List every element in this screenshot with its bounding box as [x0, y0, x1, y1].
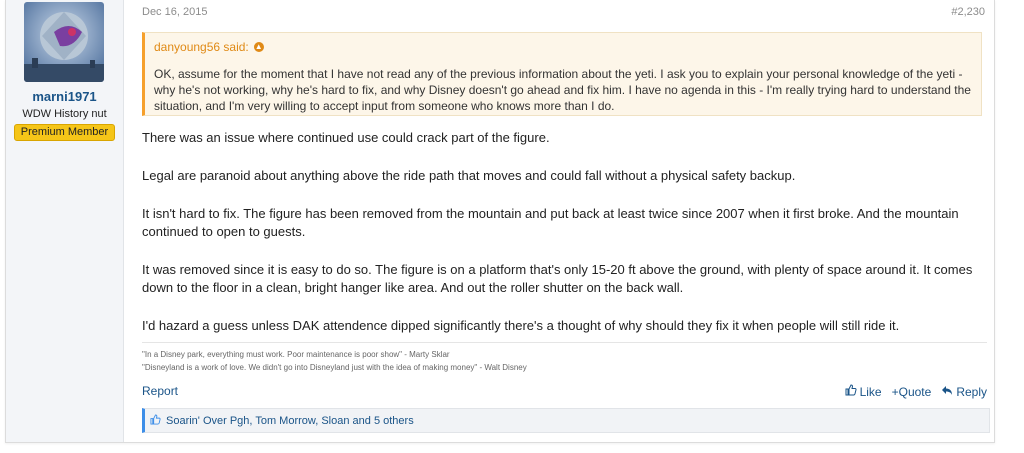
- signature-line: "Disneyland is a work of love. We didn't…: [142, 363, 527, 372]
- quote-label: +Quote: [891, 384, 932, 399]
- quote-header[interactable]: danyoung56 said: ▲: [154, 40, 264, 54]
- likes-list-link[interactable]: Soarin' Over Pgh, Tom Morrow, Sloan and …: [166, 415, 414, 427]
- forum-post: marni1971 WDW History nut Premium Member…: [5, 0, 995, 443]
- quote-block: danyoung56 said: ▲ OK, assume for the mo…: [142, 32, 982, 116]
- post-paragraph: I'd hazard a guess unless DAK attendence…: [142, 318, 900, 333]
- premium-member-badge: Premium Member: [14, 124, 115, 141]
- post-action-buttons: Like +Quote Reply: [845, 384, 987, 399]
- quote-button[interactable]: +Quote: [892, 384, 932, 399]
- username-link[interactable]: marni1971: [6, 89, 123, 104]
- reply-button[interactable]: Reply: [941, 384, 987, 399]
- jump-to-quote-icon[interactable]: ▲: [253, 42, 264, 52]
- reply-label: Reply: [956, 384, 987, 399]
- signature: "In a Disney park, everything must work.…: [142, 342, 987, 374]
- quote-author[interactable]: danyoung56 said:: [154, 40, 249, 54]
- signature-line: "In a Disney park, everything must work.…: [142, 350, 450, 359]
- like-button[interactable]: Like: [845, 384, 882, 399]
- post-body: There was an issue where continued use c…: [142, 129, 987, 355]
- post-date[interactable]: Dec 16, 2015: [142, 6, 207, 18]
- post-main: Dec 16, 2015 #2,230 danyoung56 said: ▲ O…: [137, 0, 990, 442]
- post-number[interactable]: #2,230: [951, 6, 985, 18]
- likes-summary: Soarin' Over Pgh, Tom Morrow, Sloan and …: [142, 408, 990, 433]
- quote-text: OK, assume for the moment that I have no…: [154, 67, 971, 113]
- reply-icon: [941, 384, 953, 399]
- like-label: Like: [859, 384, 882, 399]
- thumbs-up-icon: [845, 384, 857, 399]
- report-link[interactable]: Report: [142, 384, 178, 398]
- post-paragraph: It was removed since it is easy to do so…: [142, 262, 973, 295]
- user-avatar[interactable]: [24, 2, 104, 82]
- thumbs-up-icon: [150, 413, 161, 428]
- post-paragraph: Legal are paranoid about anything above …: [142, 168, 796, 183]
- post-actions: Report Like +Quote Reply: [142, 384, 987, 402]
- post-paragraph: There was an issue where continued use c…: [142, 130, 550, 145]
- user-sidebar: marni1971 WDW History nut Premium Member: [6, 0, 124, 442]
- post-paragraph: It isn't hard to fix. The figure has bee…: [142, 206, 959, 239]
- user-title: WDW History nut: [22, 108, 107, 120]
